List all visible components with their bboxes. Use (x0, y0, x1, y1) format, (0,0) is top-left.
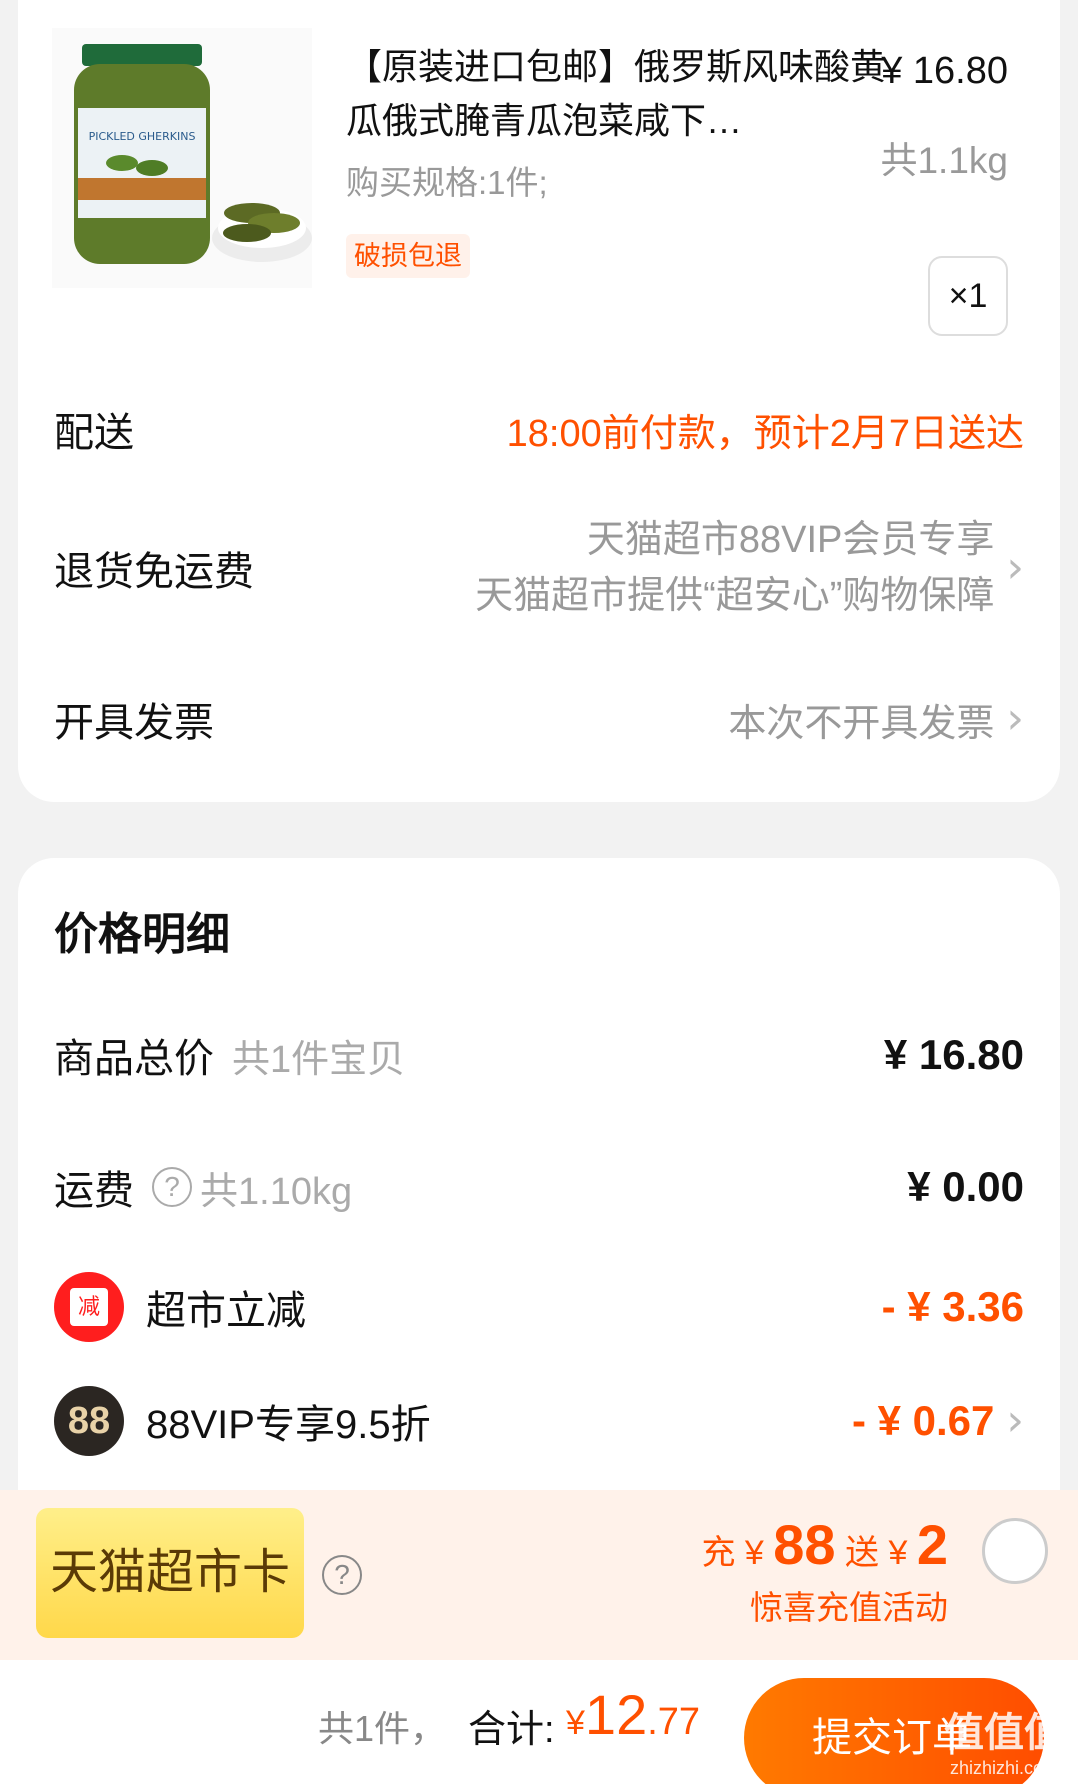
item-count: 共1件， (318, 1708, 447, 1749)
returns-row[interactable]: 退货免运费 天猫超市88VIP会员专享 天猫超市提供“超安心”购物保障 › (54, 512, 1024, 624)
returns-line2: 天猫超市提供“超安心”购物保障 (475, 575, 995, 617)
tmall-card-radio[interactable] (982, 1518, 1048, 1584)
product-title[interactable]: 【原装进口包邮】俄罗斯风味酸黄瓜俄式腌青瓜泡菜咸下… (346, 40, 886, 148)
help-icon[interactable]: ? (322, 1555, 362, 1595)
gift-prefix: 送 (845, 1534, 880, 1572)
recharge-activity: 惊喜充值活动 (750, 1589, 948, 1626)
help-icon[interactable]: ? (152, 1167, 192, 1207)
charge-prefix: 充 (701, 1534, 736, 1572)
price-detail-title: 价格明细 (54, 910, 230, 959)
charge-currency: ¥ (744, 1534, 764, 1572)
returns-line1: 天猫超市88VIP会员专享 (586, 519, 995, 561)
delivery-label: 配送 (54, 411, 134, 455)
total-label: 合计: (468, 1709, 555, 1751)
tmall-card-button[interactable]: 天猫超市卡 (36, 1508, 304, 1638)
delivery-row: 配送 18:00前付款，预计2月7日送达 (54, 400, 1024, 458)
discount-label: 超市立减 (146, 1289, 306, 1333)
product-price: ¥ 16.80 (881, 50, 1008, 92)
delivery-value: 18:00前付款，预计2月7日送达 (506, 412, 1024, 455)
returns-info: 天猫超市88VIP会员专享 天猫超市提供“超安心”购物保障 (475, 512, 994, 624)
shipping-amount: ¥ 0.00 (907, 1163, 1024, 1210)
invoice-value: 本次不开具发票 (728, 702, 995, 745)
discount-row-supermarket: 减 超市立减 - ¥ 3.36 (54, 1272, 1024, 1342)
gift-currency: ¥ (888, 1534, 908, 1572)
shipping-label: 运费 (54, 1169, 134, 1213)
total-integer: 12 (584, 1683, 648, 1746)
recharge-offer-line: 充 ¥ 88 送 ¥ 2 (701, 1512, 948, 1577)
vip-discount-amount: - ¥ 0.67 (851, 1397, 995, 1444)
watermark-text: 值值值 (944, 1711, 1064, 1755)
vip-discount-label: 88VIP专享9.5折 (146, 1403, 431, 1447)
total-currency: ¥ (566, 1704, 585, 1742)
watermark-logo: 值值值 zhizhizhi.com (934, 1700, 1074, 1784)
product-spec: 购买规格:1件; (346, 164, 548, 201)
order-card: PICKLED GHERKINS 【原装进口包邮】俄罗斯风味酸黄瓜俄式腌青瓜泡菜… (18, 0, 1060, 802)
submit-bar: 共1件， 合计: ¥12.77 提交订单 (0, 1660, 1078, 1784)
chevron-right-icon: › (1006, 542, 1024, 593)
tmall-card-bar: 天猫超市卡 ? 充 ¥ 88 送 ¥ 2 惊喜充值活动 (0, 1490, 1078, 1660)
goods-total-amount: ¥ 16.80 (883, 1031, 1024, 1078)
shipping-row: 运费 ? 共1.10kg ¥ 0.00 (54, 1158, 1024, 1216)
damage-return-badge: 破损包退 (346, 234, 470, 278)
discount-icon-text: 减 (70, 1288, 108, 1326)
shipping-weight: 共1.10kg (200, 1170, 353, 1213)
returns-label: 退货免运费 (54, 550, 254, 594)
vip88-icon: 88 (54, 1386, 124, 1456)
invoice-label: 开具发票 (54, 701, 214, 745)
price-detail-card: 价格明细 商品总价 共1件宝贝 ¥ 16.80 运费 ? 共1.10kg ¥ 0… (18, 858, 1060, 1518)
quantity-button[interactable]: ×1 (928, 256, 1008, 336)
product-image[interactable]: PICKLED GHERKINS (52, 28, 312, 288)
recharge-offer[interactable]: 充 ¥ 88 送 ¥ 2 惊喜充值活动 (701, 1512, 948, 1629)
total-amount: ¥12.77 (566, 1682, 700, 1747)
watermark-url: zhizhizhi.com (949, 1758, 1059, 1778)
goods-total-label: 商品总价 (54, 1037, 214, 1081)
discount-amount: - ¥ 3.36 (881, 1283, 1024, 1330)
product-weight: 共1.1kg (880, 140, 1008, 181)
invoice-row[interactable]: 开具发票 本次不开具发票 › (54, 690, 1024, 748)
chevron-right-icon: › (1006, 693, 1024, 744)
jar-label: PICKLED GHERKINS (89, 130, 196, 143)
chevron-right-icon: › (1006, 1395, 1024, 1446)
discount-icon: 减 (54, 1272, 124, 1342)
gift-amount: 2 (916, 1513, 948, 1576)
goods-total-row: 商品总价 共1件宝贝 ¥ 16.80 (54, 1026, 1024, 1084)
goods-count: 共1件宝贝 (232, 1038, 406, 1081)
charge-amount: 88 (773, 1513, 836, 1576)
total-decimal: .77 (647, 1701, 701, 1743)
discount-row-88vip[interactable]: 88 88VIP专享9.5折 - ¥ 0.67 › (54, 1386, 1024, 1456)
